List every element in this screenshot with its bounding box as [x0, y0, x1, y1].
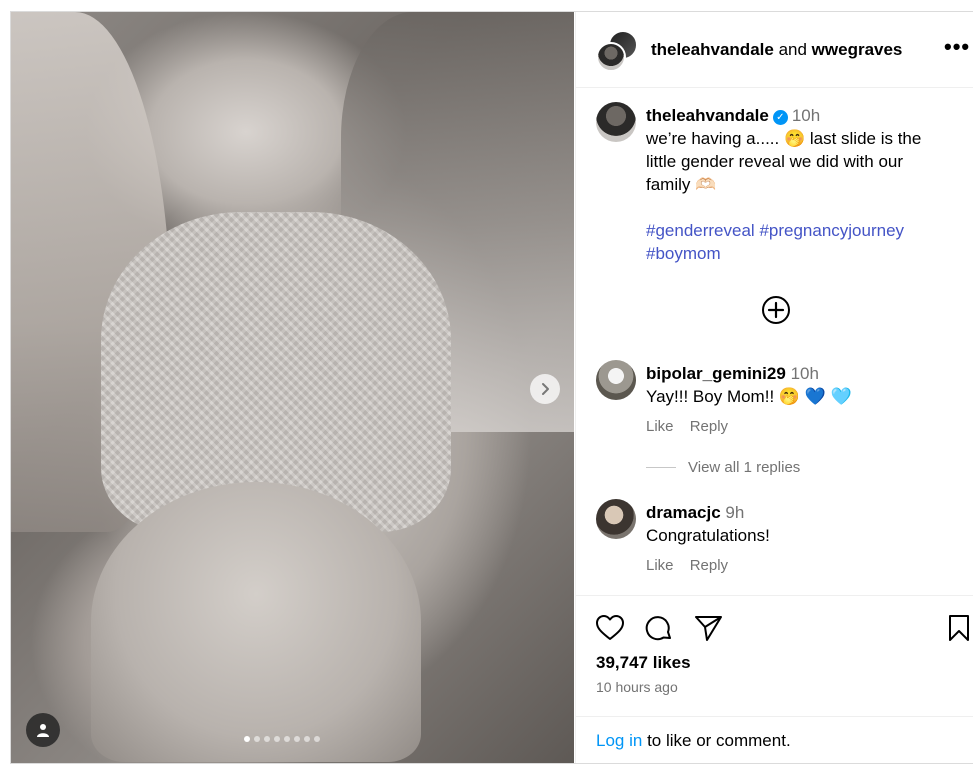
login-prompt: Log in to like or comment.: [576, 716, 973, 763]
post-photo[interactable]: [11, 12, 574, 763]
comment-like-button[interactable]: Like: [646, 557, 674, 574]
comment-text: Yay!!! Boy Mom!! 🤭 💙 🩵: [646, 387, 852, 406]
avatar[interactable]: [596, 360, 636, 400]
heart-icon[interactable]: [595, 614, 625, 642]
post-authors: theleahvandale and wwegraves: [651, 40, 902, 60]
view-replies-label: View all 1 replies: [688, 459, 801, 476]
comment-actions: Like Reply: [646, 557, 740, 574]
comment-username[interactable]: bipolar_gemini29: [646, 364, 786, 383]
chevron-right-icon: [542, 383, 549, 395]
comment-content: bipolar_gemini29 10h Yay!!! Boy Mom!! 🤭 …: [646, 362, 852, 408]
author-primary-link[interactable]: theleahvandale: [651, 40, 774, 59]
post-side-panel: theleahvandale and wwegraves ••• theleah…: [575, 12, 973, 763]
photo-belly-region: [91, 482, 421, 762]
carousel-dot: [244, 736, 250, 742]
load-more-comments-icon[interactable]: [761, 295, 791, 325]
caption-username[interactable]: theleahvandale: [646, 106, 769, 125]
carousel-dot: [304, 736, 310, 742]
avatar: [596, 42, 626, 72]
post-time: 10 hours ago: [596, 679, 678, 695]
hashtag-link[interactable]: #pregnancyjourney: [759, 221, 904, 240]
comment-content: dramacjc 9h Congratulations!: [646, 501, 770, 547]
divider: [646, 467, 676, 468]
carousel-dot: [314, 736, 320, 742]
avatar[interactable]: [596, 102, 636, 142]
share-icon[interactable]: [694, 614, 724, 642]
author-secondary-link[interactable]: wwegraves: [812, 40, 903, 59]
comment-text: Congratulations!: [646, 526, 770, 545]
post-modal: theleahvandale and wwegraves ••• theleah…: [10, 11, 973, 764]
hashtag-link[interactable]: #genderreveal: [646, 221, 755, 240]
avatar[interactable]: [596, 499, 636, 539]
comment-username[interactable]: dramacjc: [646, 503, 721, 522]
collab-avatars[interactable]: [596, 30, 638, 72]
caption-time: 10h: [791, 106, 821, 125]
bookmark-icon[interactable]: [947, 614, 971, 642]
carousel-dot: [284, 736, 290, 742]
carousel-indicator: [244, 736, 320, 742]
carousel-dot: [254, 736, 260, 742]
carousel-dot: [294, 736, 300, 742]
login-link[interactable]: Log in: [596, 731, 642, 750]
carousel-dot: [274, 736, 280, 742]
authors-joiner: and: [778, 40, 807, 59]
tagged-users-button[interactable]: [26, 713, 60, 747]
post-header: theleahvandale and wwegraves •••: [576, 12, 973, 88]
comment-reply-button[interactable]: Reply: [690, 418, 728, 435]
likes-count[interactable]: 39,747 likes: [596, 653, 691, 673]
post-actions-bar: [576, 595, 973, 641]
caption-text: we’re having a..... 🤭 last slide is the …: [646, 129, 922, 194]
post-caption: theleahvandale ✓ 10h we’re having a..... 🤭…: [646, 104, 946, 265]
comment-icon[interactable]: [644, 614, 674, 644]
hashtag-link[interactable]: #boymom: [646, 244, 721, 263]
comment-like-button[interactable]: Like: [646, 418, 674, 435]
carousel-next-button[interactable]: [530, 374, 560, 404]
view-replies-button[interactable]: View all 1 replies: [646, 459, 800, 476]
carousel-dot: [264, 736, 270, 742]
comment-time: 10h: [790, 364, 819, 383]
verified-badge-icon: ✓: [772, 110, 788, 125]
comment-actions: Like Reply: [646, 418, 740, 435]
login-prompt-text: to like or comment.: [647, 731, 791, 750]
comment-reply-button[interactable]: Reply: [690, 557, 728, 574]
comment-time: 9h: [725, 503, 745, 522]
person-icon: [37, 724, 49, 737]
more-options-button[interactable]: •••: [944, 36, 970, 58]
